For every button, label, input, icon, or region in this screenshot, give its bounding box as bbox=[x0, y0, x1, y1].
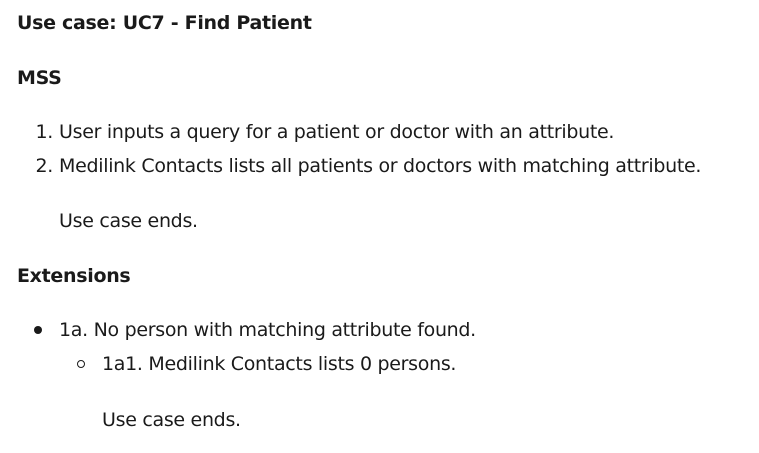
extension-item-text: 1a. No person with matching attribute fo… bbox=[59, 319, 476, 341]
mss-step-text: Medilink Contacts lists all patients or … bbox=[59, 155, 702, 177]
circle-bullet-icon bbox=[77, 360, 85, 368]
mss-step-number: 2. bbox=[35, 155, 53, 177]
mss-step-number: 1. bbox=[35, 121, 53, 143]
use-case-title: Use case: UC7 - Find Patient bbox=[17, 12, 312, 34]
mss-step-text: User inputs a query for a patient or doc… bbox=[59, 121, 615, 143]
mss-heading: MSS bbox=[17, 67, 62, 89]
disc-bullet-icon bbox=[34, 326, 42, 334]
extensions-heading: Extensions bbox=[17, 265, 131, 287]
extension-subitem-text: 1a1. Medilink Contacts lists 0 persons. bbox=[102, 353, 457, 375]
mss-end-text: Use case ends. bbox=[59, 210, 198, 232]
extension-end-text: Use case ends. bbox=[102, 409, 241, 431]
